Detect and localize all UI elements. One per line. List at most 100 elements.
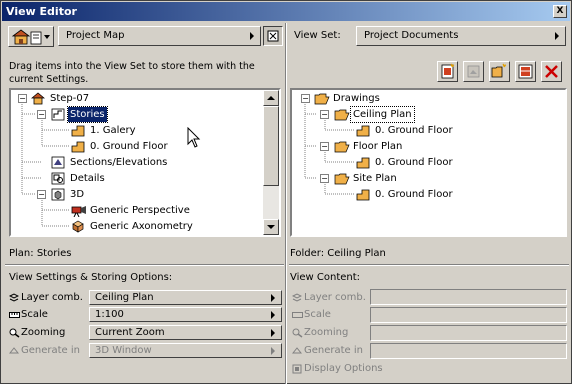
tree-label: 0. Ground Floor xyxy=(375,157,453,168)
tree-label: 0. Ground Floor xyxy=(375,189,453,200)
story-icon xyxy=(356,189,370,201)
map-selector[interactable]: Project Map xyxy=(58,26,261,46)
new-folder-button[interactable] xyxy=(489,61,510,82)
content-title: View Content: xyxy=(290,272,361,283)
cube-icon xyxy=(51,188,65,201)
story-icon xyxy=(356,157,370,169)
title-bar[interactable]: View Editor X xyxy=(2,2,570,21)
chevron-right-icon xyxy=(271,311,275,319)
generate-icon xyxy=(292,347,302,354)
folder-open-icon xyxy=(334,173,350,185)
collapse-ceiling-plan[interactable]: − xyxy=(320,110,329,119)
scroll-up-button[interactable] xyxy=(263,90,279,106)
option-label: Generate in xyxy=(304,345,363,356)
zoom-icon xyxy=(9,328,20,338)
pane-divider[interactable] xyxy=(285,23,287,384)
viewset-selector-value: Project Documents xyxy=(364,30,459,41)
new-view-icon xyxy=(441,63,455,79)
map-selector-value: Project Map xyxy=(66,30,125,41)
option-value: Ceiling Plan xyxy=(95,292,154,303)
viewset-selector[interactable]: Project Documents xyxy=(356,26,566,46)
content-layer-field xyxy=(370,289,567,305)
scroll-down-button[interactable] xyxy=(263,219,279,235)
left-status: Plan: Stories xyxy=(9,248,72,259)
mouse-cursor-icon xyxy=(187,127,201,148)
tree-label: 1. Galery xyxy=(90,125,136,136)
layer-icon xyxy=(292,293,302,302)
layer-combination-select[interactable]: Ceiling Plan xyxy=(89,290,282,305)
content-zoom-row: Zooming xyxy=(292,325,370,340)
collapse-step07[interactable]: − xyxy=(18,94,27,103)
layer-icon xyxy=(9,293,19,302)
collapse-3d[interactable]: − xyxy=(37,190,46,199)
tree-label: Details xyxy=(70,173,105,184)
collapse-floor-plan[interactable]: − xyxy=(320,142,329,151)
map-type-button[interactable] xyxy=(8,26,54,47)
right-separator xyxy=(289,264,569,266)
house-icon xyxy=(31,92,45,105)
chevron-right-icon xyxy=(250,32,254,40)
new-view-button[interactable] xyxy=(437,61,458,82)
pin-icon xyxy=(267,30,279,42)
chevron-up-icon xyxy=(267,96,275,100)
window-title: View Editor xyxy=(6,5,77,18)
story-icon xyxy=(71,141,85,153)
folder-open-icon xyxy=(314,93,330,105)
project-map-tree[interactable]: − Step-07 − Stories 1. Galery 0. Ground … xyxy=(9,88,281,237)
story-icon xyxy=(356,125,370,137)
option-label: Zooming xyxy=(21,327,66,338)
chevron-right-icon xyxy=(555,32,559,40)
left-separator xyxy=(5,264,284,266)
house-icon xyxy=(11,29,50,45)
collapse-stories[interactable]: − xyxy=(37,110,46,119)
content-scale-row: Scale xyxy=(292,307,370,322)
folder-open-icon xyxy=(334,141,350,153)
option-value: 1:100 xyxy=(95,309,124,320)
pin-button[interactable] xyxy=(263,26,283,46)
folder-open-icon xyxy=(334,109,350,121)
delete-button[interactable] xyxy=(541,61,562,82)
collapse-drawings[interactable]: − xyxy=(301,94,310,103)
settings-title: View Settings & Storing Options: xyxy=(9,272,173,283)
stories-icon xyxy=(51,108,65,121)
tree-label: Generic Axonometry xyxy=(90,221,193,232)
scale-icon xyxy=(292,312,303,318)
tree-label: Sections/Elevations xyxy=(70,157,168,168)
tree-label: Floor Plan xyxy=(353,141,403,152)
drag-instructions: Drag items into the View Set to store th… xyxy=(9,61,255,85)
settings-button[interactable] xyxy=(515,61,536,82)
tree-label: Ceiling Plan xyxy=(350,106,415,123)
tree-label: 3D xyxy=(70,189,85,200)
zooming-select[interactable]: Current Zoom xyxy=(89,325,282,340)
option-label: Display Options xyxy=(304,363,383,374)
left-tree-scrollbar[interactable] xyxy=(263,90,279,235)
viewset-label: View Set: xyxy=(294,30,341,41)
close-button[interactable]: X xyxy=(553,5,567,18)
story-icon xyxy=(71,125,85,137)
content-generate-field xyxy=(370,343,567,359)
scroll-thumb[interactable] xyxy=(263,106,279,186)
option-label: Scale xyxy=(21,309,48,320)
generate-icon xyxy=(9,347,19,354)
right-status: Folder: Ceiling Plan xyxy=(290,248,386,259)
tree-label: Site Plan xyxy=(353,173,397,184)
view-set-tree[interactable]: − Drawings − Ceiling Plan 0. Ground Floo… xyxy=(290,88,567,237)
option-label: Layer comb. xyxy=(21,292,83,303)
tree-label: 0. Ground Floor xyxy=(375,125,453,136)
content-generate-row: Generate in xyxy=(292,343,370,358)
chevron-right-icon xyxy=(271,294,275,302)
box-icon xyxy=(72,220,84,233)
tree-label: 0. Ground Floor xyxy=(90,141,168,152)
details-icon xyxy=(51,172,65,185)
chevron-down-icon xyxy=(267,225,275,229)
tree-label: Step-07 xyxy=(50,93,90,104)
view-settings-icon xyxy=(518,64,533,79)
option-label: Zooming xyxy=(304,327,349,338)
collapse-site-plan[interactable]: − xyxy=(320,174,329,183)
scale-select[interactable]: 1:100 xyxy=(89,307,282,322)
new-folder-icon xyxy=(491,63,507,78)
display-options-icon xyxy=(292,364,302,374)
option-value: 3D Window xyxy=(95,345,152,356)
display-options-row: Display Options xyxy=(292,361,412,376)
tree-label: Generic Perspective xyxy=(90,205,190,216)
